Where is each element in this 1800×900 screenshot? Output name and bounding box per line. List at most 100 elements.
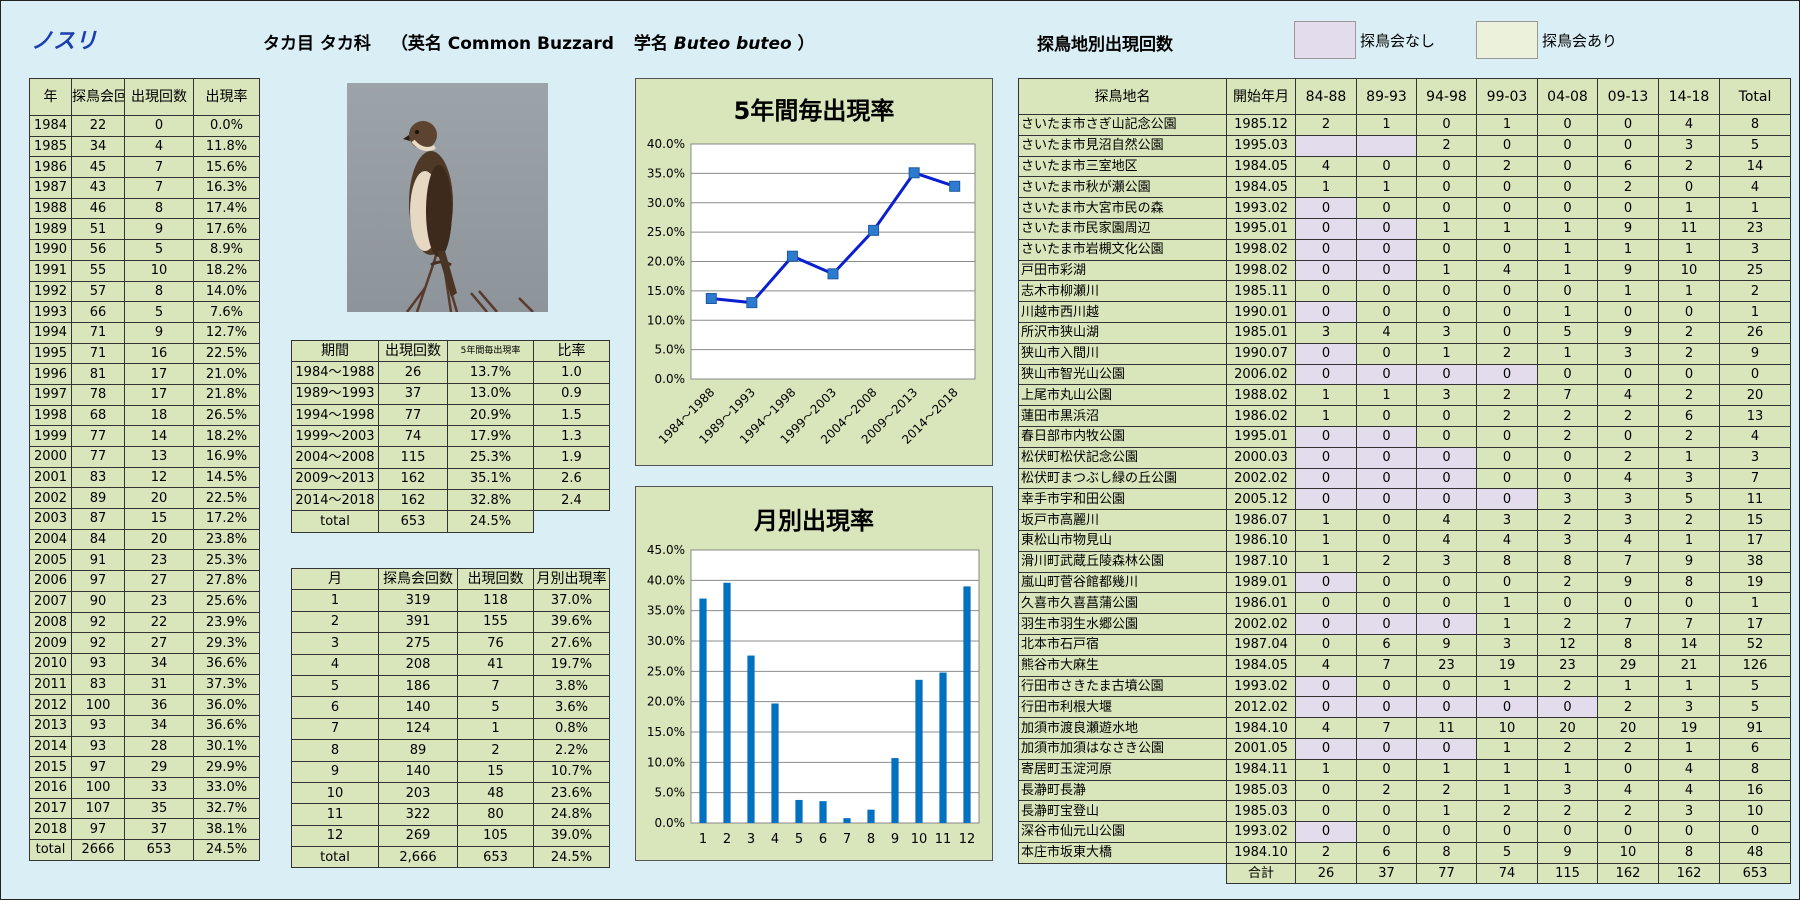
location-name-cell: 長瀞町長瀞 bbox=[1018, 779, 1227, 802]
table-row: 2015 97 29 29.9% bbox=[29, 756, 260, 778]
sighting-count-header: 出現回数 bbox=[124, 78, 194, 116]
total-cell: 126 bbox=[1719, 654, 1791, 677]
year-cell: 2011 bbox=[29, 673, 72, 696]
sighting-rate-cell: 15.6% bbox=[193, 156, 260, 179]
period-count-cell: 0 bbox=[1356, 758, 1417, 781]
period-count-cell: 2 bbox=[1597, 446, 1659, 469]
location-row: 蓮田市黒浜沼 1986.02 1 0 0 2 2 2 6 13 bbox=[1018, 405, 1791, 427]
sighting-count-cell: 74 bbox=[378, 425, 448, 448]
sighting-rate-cell: 11.8% bbox=[193, 135, 260, 158]
table-row: 1999 77 14 18.2% bbox=[29, 425, 260, 447]
period-count-cell: 0 bbox=[1356, 467, 1417, 490]
sighting-count-cell: 5 bbox=[124, 239, 194, 261]
start-date-cell: 1998.02 bbox=[1226, 259, 1296, 282]
meeting-count-cell: 55 bbox=[71, 259, 125, 282]
period-count-cell: 1 bbox=[1658, 446, 1720, 469]
start-date-cell: 1990.07 bbox=[1226, 342, 1296, 365]
legend-swatch-meeting bbox=[1476, 21, 1538, 59]
start-date-cell: 1985.01 bbox=[1226, 321, 1296, 344]
sighting-rate-cell: 16.3% bbox=[193, 177, 260, 199]
location-row: 滑川町武蔵丘陵森林公園 1987.10 1 2 3 8 8 7 9 38 bbox=[1018, 550, 1791, 573]
monthly-rate-cell: 3.6% bbox=[533, 696, 610, 719]
meeting-count-cell: 269 bbox=[378, 824, 458, 848]
period-count-cell: 0 bbox=[1416, 675, 1477, 698]
table-row: 2 391 155 39.6% bbox=[291, 610, 610, 634]
location-name-cell: 春日部市内牧公園 bbox=[1018, 425, 1227, 448]
ratio-cell: 0.9 bbox=[533, 382, 610, 405]
table-row: 7 124 1 0.8% bbox=[291, 717, 610, 741]
meeting-count-cell: 97 bbox=[71, 570, 125, 592]
period-count-cell: 0 bbox=[1658, 363, 1720, 386]
total-cell: 91 bbox=[1719, 717, 1791, 739]
period-count-cell: 0 bbox=[1476, 238, 1538, 261]
period-count-cell: 0 bbox=[1416, 363, 1477, 386]
sighting-rate-cell: 29.9% bbox=[193, 756, 260, 778]
period-count-cell: 2 bbox=[1295, 114, 1357, 136]
start-date-cell: 1984.10 bbox=[1226, 717, 1296, 739]
sighting-count-cell: 653 bbox=[378, 510, 448, 533]
x-tick-label: 7 bbox=[843, 832, 851, 847]
total-cell: 25 bbox=[1719, 259, 1791, 282]
sighting-count-cell: 14 bbox=[124, 425, 194, 447]
period-count-cell: 0 bbox=[1537, 134, 1598, 157]
location-name-cell: 深谷市仙元山公園 bbox=[1018, 821, 1227, 843]
table-row: 2009 92 27 29.3% bbox=[29, 632, 260, 654]
meeting-count-cell: 51 bbox=[71, 218, 125, 241]
period-count-cell: 5 bbox=[1476, 841, 1538, 864]
period-count-cell: 9 bbox=[1597, 321, 1659, 344]
year-cell: 2018 bbox=[29, 818, 72, 841]
meeting-count-cell: 45 bbox=[71, 156, 125, 179]
five-year-rate-cell: 24.5% bbox=[447, 510, 534, 533]
sighting-rate-cell: 7.6% bbox=[193, 301, 260, 323]
table-row: 1996 81 17 21.0% bbox=[29, 363, 260, 385]
sighting-rate-cell: 17.2% bbox=[193, 508, 260, 530]
x-tick-label: 11 bbox=[935, 832, 952, 847]
table-row: 2005 91 23 25.3% bbox=[29, 549, 260, 572]
period-count-cell: 1 bbox=[1476, 779, 1538, 802]
period-count-cell: 0 bbox=[1537, 155, 1598, 178]
table-row: 6 140 5 3.6% bbox=[291, 696, 610, 719]
sighting-count-cell: 155 bbox=[457, 610, 534, 634]
period-count-cell: 1 bbox=[1356, 114, 1417, 136]
yearly-table: 年探鳥会回数出現回数出現率 19842200.0%198534411.8%198… bbox=[29, 78, 260, 861]
total-cell: 48 bbox=[1719, 841, 1791, 864]
month-cell: 9 bbox=[291, 760, 379, 783]
period-count-cell: 0 bbox=[1476, 467, 1538, 490]
start-date-cell: 1986.07 bbox=[1226, 509, 1296, 531]
table-row: 1 319 118 37.0% bbox=[291, 589, 610, 612]
meeting-count-cell: 140 bbox=[378, 760, 458, 783]
sighting-count-cell: 5 bbox=[457, 696, 534, 719]
monthly-rate-cell: 19.7% bbox=[533, 653, 610, 676]
period-count-cell: 3 bbox=[1476, 509, 1538, 531]
five-year-rate-chart-panel: 5年間毎出現率 0.0% 5.0% 10.0% 15.0% 20.0% 25.0% 30.0… bbox=[635, 78, 993, 466]
table-row: 2003 87 15 17.2% bbox=[29, 508, 260, 530]
bar bbox=[723, 582, 731, 823]
total-cell: 20 bbox=[1719, 384, 1791, 407]
x-tick-label: 4 bbox=[771, 832, 779, 847]
period-count-cell: 0 bbox=[1476, 446, 1538, 469]
period-count-cell: 4 bbox=[1597, 384, 1659, 407]
location-name-cell: 狭山市入間川 bbox=[1018, 342, 1227, 365]
data-point bbox=[868, 224, 880, 236]
sighting-count-cell: 29 bbox=[124, 756, 194, 778]
bar bbox=[771, 703, 779, 823]
period-count-cell: 10 bbox=[1658, 259, 1720, 282]
period-count-cell: 2 bbox=[1658, 384, 1720, 407]
start-date-cell: 1986.01 bbox=[1226, 592, 1296, 615]
location-row: さいたま市さぎ山記念公園 1985.12 2 1 0 1 0 0 4 8 bbox=[1018, 114, 1791, 136]
year-cell: 1984 bbox=[29, 115, 72, 137]
period-count-cell: 5 bbox=[1658, 488, 1720, 511]
period-count-cell: 6 bbox=[1597, 155, 1659, 178]
x-tick-label: 3 bbox=[747, 832, 755, 847]
period-count-cell: 3 bbox=[1476, 633, 1538, 656]
period-count-cell: 2 bbox=[1537, 571, 1598, 594]
period-count-cell: 0 bbox=[1658, 592, 1720, 615]
five-year-rate-cell: 25.3% bbox=[447, 446, 534, 469]
start-date-cell: 1985.03 bbox=[1226, 800, 1296, 823]
period-count-cell: 0 bbox=[1416, 592, 1477, 615]
period-count-cell: 21 bbox=[1658, 654, 1720, 677]
location-row: 所沢市狭山湖 1985.01 3 4 3 0 5 9 2 26 bbox=[1018, 321, 1791, 344]
period-count-cell: 2 bbox=[1537, 800, 1598, 823]
period-table: 期間 出現回数 5年間毎出現率 比率 1984～1988 26 13.7% 1.0 1989～… bbox=[291, 339, 610, 533]
start-date-cell: 1995.01 bbox=[1226, 217, 1296, 240]
